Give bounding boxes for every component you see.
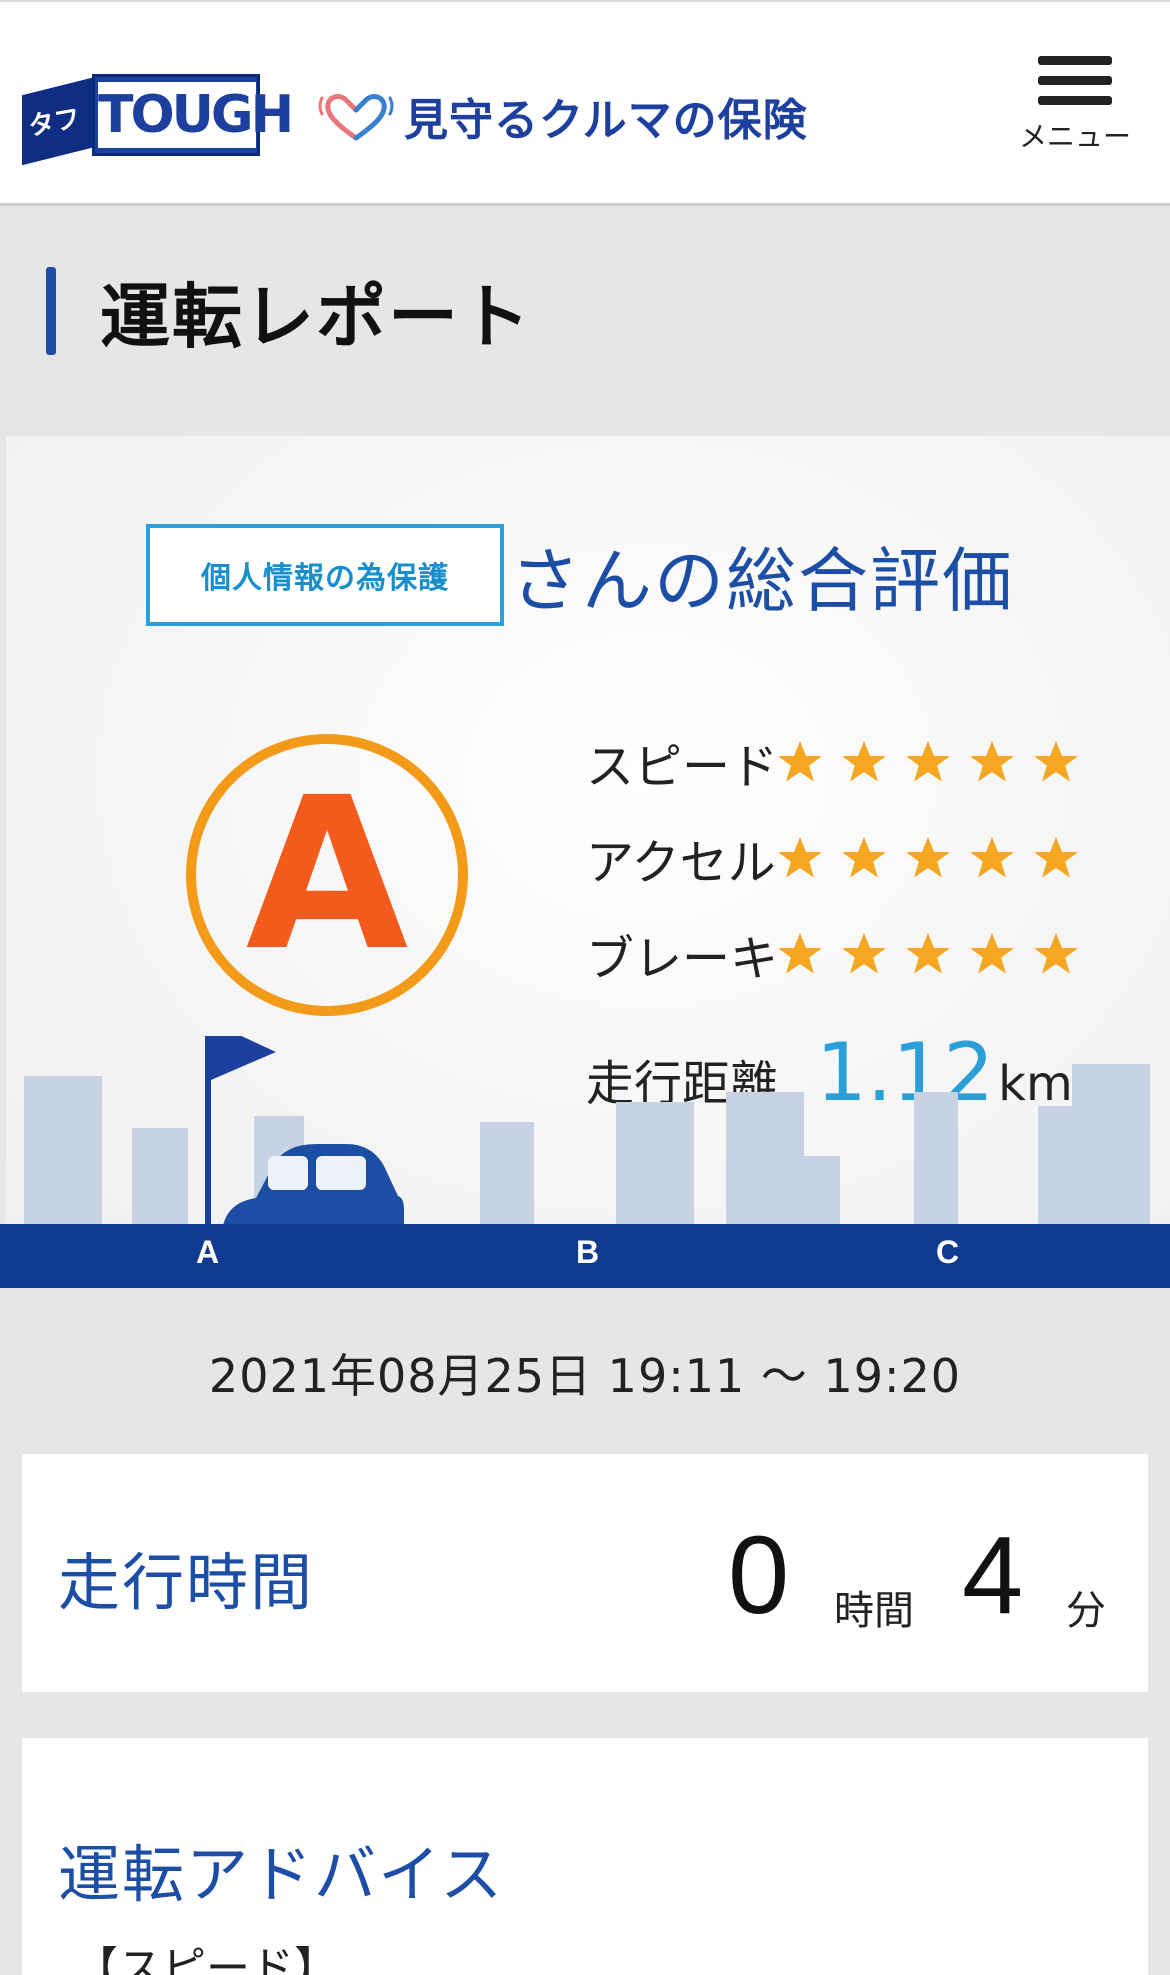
menu-label: メニュー	[1018, 120, 1131, 153]
menu-button[interactable]: メニュー	[1010, 56, 1140, 176]
star-icon	[776, 930, 824, 978]
report-hero: 個人情報の為保護 さんの総合評価 A スピード アクセル ブレーキ 走行距離 1…	[6, 436, 1170, 1288]
star-icon	[968, 834, 1016, 882]
star-icon	[1032, 738, 1080, 786]
duration-minutes: 4	[962, 1514, 1024, 1637]
star-icon	[1032, 930, 1080, 978]
rating-row-accel: アクセル	[586, 810, 1096, 906]
brand-text: 見守るクルマの保険	[404, 95, 808, 146]
duration-label: 走行時間	[58, 1546, 315, 1619]
rating-label: アクセル	[586, 835, 776, 891]
hamburger-icon	[1038, 56, 1112, 65]
overall-evaluation: 個人情報の為保護 さんの総合評価	[146, 522, 1014, 628]
hamburger-icon-line	[1038, 96, 1112, 105]
star-icon	[904, 738, 952, 786]
advice-section-heading: 【スピード】	[74, 1943, 338, 1975]
route-point-b: B	[576, 1234, 600, 1270]
advice-card: 運転アドバイス 【スピード】	[22, 1738, 1148, 1975]
star-rating	[776, 738, 1096, 786]
app-header: タフ TOUGH 見守るクルマの保険 メニュー	[0, 0, 1170, 206]
flag-icon	[211, 1036, 276, 1080]
masked-user-name: 個人情報の為保護	[146, 524, 504, 626]
star-icon	[840, 930, 888, 978]
grade-letter: A	[245, 752, 409, 997]
star-icon	[1032, 834, 1080, 882]
star-rating	[776, 930, 1096, 978]
star-icon	[840, 738, 888, 786]
page-title: 運転レポート	[100, 275, 532, 358]
star-icon	[904, 930, 952, 978]
duration-card: 走行時間 0 時間 4 分	[22, 1454, 1148, 1692]
rating-label: スピード	[586, 739, 779, 795]
star-icon	[840, 834, 888, 882]
heart-icon	[318, 94, 394, 141]
title-accent-bar	[46, 267, 56, 355]
overall-evaluation-label: さんの総合評価	[510, 539, 1014, 622]
star-icon	[968, 738, 1016, 786]
page-title-section: 運転レポート	[46, 266, 532, 358]
duration-hours-unit: 時間	[834, 1588, 914, 1634]
star-icon	[776, 834, 824, 882]
route-point-c: C	[936, 1234, 960, 1270]
star-icon	[776, 738, 824, 786]
duration-minutes-unit: 分	[1066, 1588, 1106, 1634]
star-icon	[904, 834, 952, 882]
trip-date-range: 2021年08月25日 19:11 〜 19:20	[208, 1349, 962, 1403]
rating-row-brake: ブレーキ	[586, 906, 1096, 1002]
rating-label: ブレーキ	[586, 931, 779, 987]
logo-text: TOUGH	[98, 82, 294, 148]
star-rating	[776, 834, 1096, 882]
duration-hours: 0	[728, 1514, 790, 1637]
advice-title: 運転アドバイス	[58, 1838, 505, 1911]
route-point-a: A	[196, 1234, 220, 1270]
grade-badge: A	[186, 734, 468, 1016]
hamburger-icon-line	[1038, 76, 1112, 85]
star-icon	[968, 930, 1016, 978]
brand: 見守るクルマの保険	[316, 88, 808, 146]
tough-logo[interactable]: タフ TOUGH	[22, 56, 294, 166]
ratings-list: スピード アクセル ブレーキ	[586, 714, 1096, 1002]
rating-row-speed: スピード	[586, 714, 1096, 810]
